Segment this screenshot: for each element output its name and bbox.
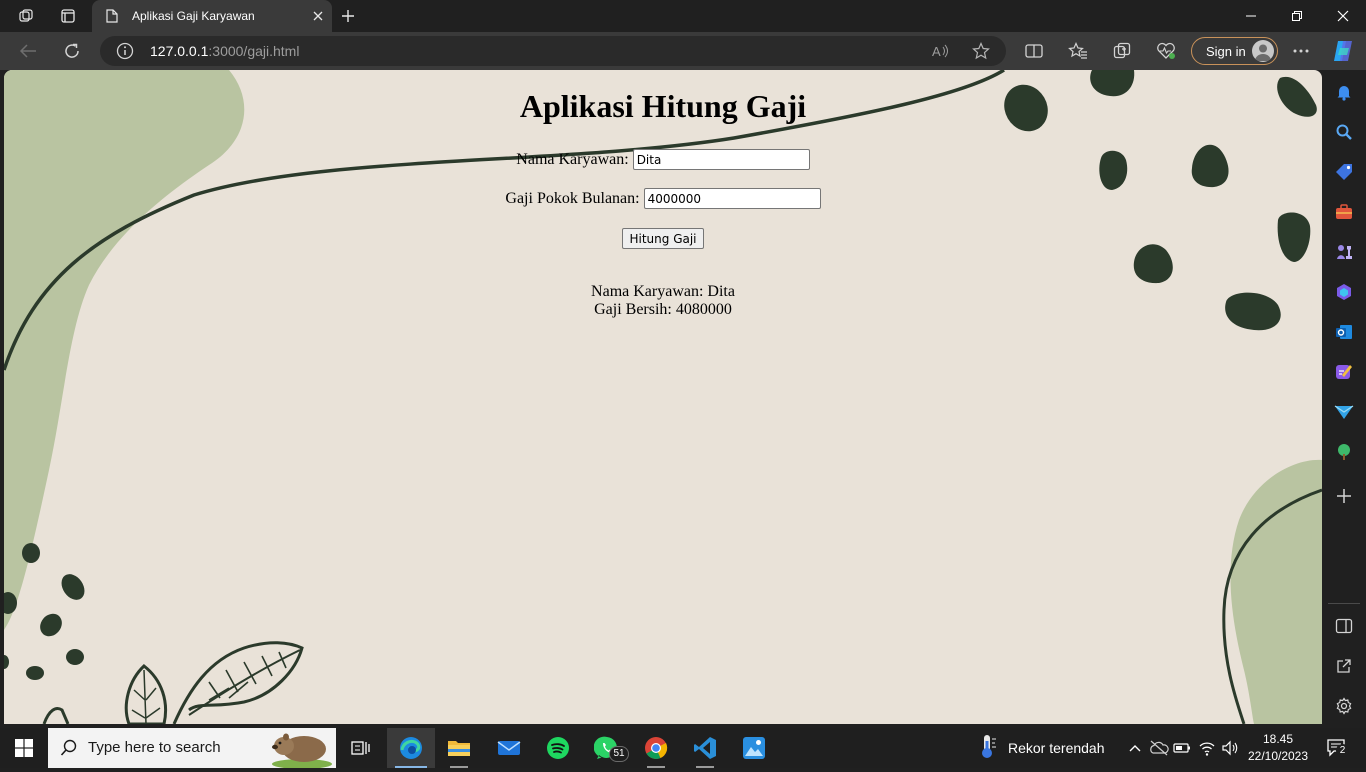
wombat-search-highlight-icon: [268, 728, 336, 772]
base-salary-row: Gaji Pokok Bulanan:: [4, 188, 1322, 209]
open-external-icon[interactable]: [1332, 654, 1356, 678]
designer-icon[interactable]: [1332, 360, 1356, 384]
base-salary-input[interactable]: [643, 188, 821, 209]
calculate-salary-button[interactable]: Hitung Gaji: [622, 228, 704, 249]
result-net-salary: Gaji Bersih: 4080000: [594, 301, 732, 318]
workspaces-icon[interactable]: [6, 0, 46, 32]
edge-taskbar-icon[interactable]: [387, 728, 435, 768]
add-sidebar-app-icon[interactable]: [1332, 484, 1356, 508]
chrome-icon[interactable]: [632, 728, 680, 768]
employee-name-row: Nama Karyawan:: [4, 149, 1322, 170]
more-options-icon[interactable]: [1286, 36, 1316, 66]
notifications-bell-icon[interactable]: [1332, 80, 1356, 104]
split-screen-icon[interactable]: [1019, 36, 1049, 66]
url-text: 127.0.0.1:3000/gaji.html: [150, 43, 299, 59]
task-view-icon[interactable]: [336, 728, 384, 768]
start-windows-icon[interactable]: [0, 728, 48, 768]
base-salary-label: Gaji Pokok Bulanan:: [505, 189, 640, 207]
microsoft-365-icon[interactable]: [1332, 280, 1356, 304]
browser-tab[interactable]: Aplikasi Gaji Karyawan: [92, 0, 332, 32]
back-icon[interactable]: [13, 36, 43, 66]
collections-icon[interactable]: [1107, 36, 1137, 66]
weather-text: Rekor terendah: [1008, 740, 1105, 756]
svg-text:A: A: [932, 44, 941, 59]
page-viewport: Aplikasi Hitung Gaji Nama Karyawan: Gaji…: [4, 70, 1322, 724]
tools-briefcase-icon[interactable]: [1332, 200, 1356, 224]
profile-avatar-icon: [1252, 40, 1274, 62]
spotify-icon[interactable]: [534, 728, 582, 768]
file-explorer-icon[interactable]: [435, 728, 483, 768]
system-clock[interactable]: 18.45 22/10/2023: [1246, 731, 1310, 765]
sign-in-label: Sign in: [1206, 43, 1246, 59]
new-tab-icon[interactable]: [328, 0, 368, 32]
clock-time: 18.45: [1262, 732, 1294, 746]
search-placeholder: Type here to search: [88, 739, 221, 756]
favorites-icon[interactable]: [1063, 36, 1093, 66]
games-chess-icon[interactable]: [1332, 240, 1356, 264]
sidebar-divider: [1328, 603, 1360, 604]
minimize-icon[interactable]: [1228, 0, 1274, 32]
battery-icon[interactable]: [1172, 738, 1192, 758]
sign-in-button[interactable]: Sign in: [1191, 37, 1278, 65]
site-info-icon[interactable]: [116, 42, 134, 60]
send-icon[interactable]: [1332, 400, 1356, 424]
tab-title: Aplikasi Gaji Karyawan: [132, 9, 255, 23]
page-title: Aplikasi Hitung Gaji: [519, 88, 807, 124]
read-aloud-icon[interactable]: A: [926, 36, 956, 66]
windows-taskbar: Type here to search 51 Rekor terendah 18…: [0, 728, 1366, 769]
browser-essentials-icon[interactable]: [1151, 36, 1181, 66]
address-bar[interactable]: 127.0.0.1:3000/gaji.html A: [100, 36, 1006, 66]
refresh-icon[interactable]: [57, 36, 87, 66]
restore-icon[interactable]: [1274, 0, 1320, 32]
settings-gear-icon[interactable]: [1332, 694, 1356, 718]
notification-center-icon[interactable]: 2: [1324, 736, 1350, 760]
taskbar-search-box[interactable]: Type here to search: [48, 728, 336, 769]
notification-count-badge: 2: [1336, 744, 1349, 757]
edge-sidebar: [1322, 70, 1366, 728]
vscode-icon[interactable]: [681, 728, 729, 768]
whatsapp-badge: 51: [609, 746, 629, 762]
mail-icon[interactable]: [485, 728, 533, 768]
result-employee-name: Nama Karyawan: Dita: [591, 283, 735, 300]
onedrive-offline-icon[interactable]: [1149, 738, 1169, 758]
close-window-icon[interactable]: [1320, 0, 1366, 32]
photos-icon[interactable]: [730, 728, 778, 768]
browser-toolbar: 127.0.0.1:3000/gaji.html A Sign in: [0, 32, 1366, 70]
tab-strip: Aplikasi Gaji Karyawan: [0, 0, 1366, 32]
thermometer-icon: [976, 733, 998, 763]
url-path: :3000/gaji.html: [208, 43, 300, 59]
hide-sidebar-icon[interactable]: [1332, 614, 1356, 638]
wifi-icon[interactable]: [1197, 738, 1217, 758]
shopping-tag-icon[interactable]: [1332, 160, 1356, 184]
url-host: 127.0.0.1: [150, 43, 209, 59]
copilot-icon[interactable]: [1328, 36, 1358, 66]
tab-actions-icon[interactable]: [48, 0, 88, 32]
employee-name-input[interactable]: [632, 149, 810, 170]
search-icon: [60, 739, 78, 761]
volume-icon[interactable]: [1220, 738, 1240, 758]
clock-date: 22/10/2023: [1247, 749, 1309, 763]
weather-widget[interactable]: Rekor terendah: [976, 728, 1105, 768]
show-hidden-icons-chevron-icon[interactable]: [1125, 738, 1145, 758]
page-icon: [104, 8, 120, 24]
outlook-icon[interactable]: [1332, 320, 1356, 344]
whatsapp-icon[interactable]: 51: [583, 728, 631, 768]
search-icon[interactable]: [1332, 120, 1356, 144]
tree-icon[interactable]: [1332, 440, 1356, 464]
employee-name-label: Nama Karyawan:: [516, 150, 629, 168]
favorite-star-icon[interactable]: [966, 36, 996, 66]
